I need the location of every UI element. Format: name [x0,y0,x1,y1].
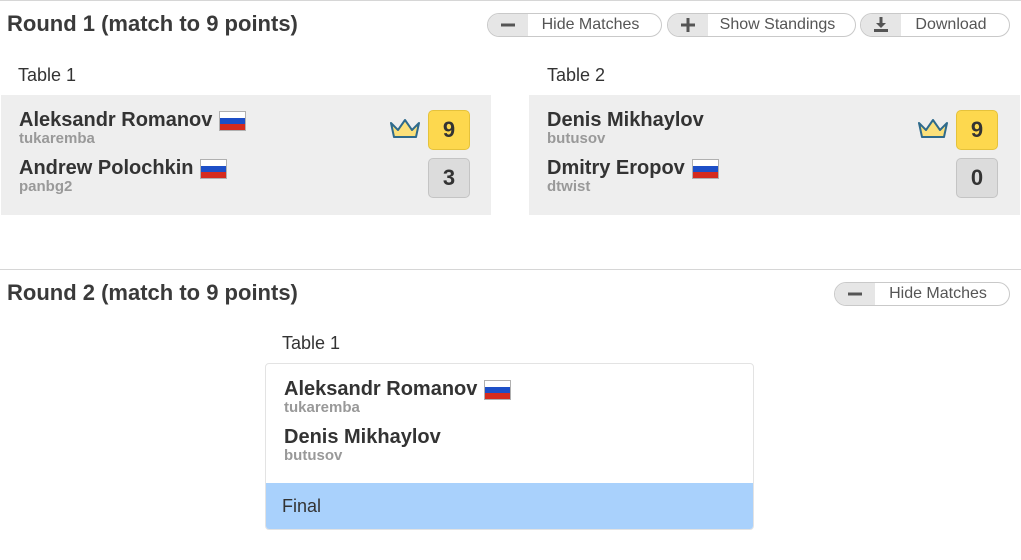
russia-flag-icon [200,158,228,179]
show-standings-button[interactable]: Show Standings [667,13,856,37]
player-name: Andrew Polochkin [19,157,194,179]
score-badge-winner: 9 [428,110,470,150]
match-card[interactable]: Denis Mikhaylov butusov Dmitry Eropov dt… [529,95,1020,215]
player-name: Aleksandr Romanov [19,109,213,131]
player-username: tukaremba [284,399,360,416]
player-name: Denis Mikhaylov [547,109,704,131]
round-1-section: Round 1 (match to 9 points) Hide Matches… [0,0,1021,269]
score-badge: 0 [956,158,998,198]
player-entry: Aleksandr Romanov tukaremba [19,109,247,147]
match-card[interactable]: Aleksandr Romanov tukaremba Andrew Poloc… [1,95,491,215]
table-label: Table 2 [547,65,606,85]
crown-icon [918,119,948,138]
player-username: butusov [547,130,606,147]
match-status-bar: Final [266,483,753,529]
score-badge-winner: 9 [956,110,998,150]
player-row: Denis Mikhaylov [284,426,441,449]
russia-flag-icon [219,110,247,131]
player-entry: Aleksandr Romanov tukaremba [284,378,512,416]
download-icon [861,14,901,36]
russia-flag-icon [484,379,512,400]
table-label: Table 1 [18,65,77,85]
download-label: Download [915,16,987,33]
download-button[interactable]: Download [860,13,1010,37]
player-row: Aleksandr Romanov [19,109,247,132]
hide-matches-button[interactable]: Hide Matches [834,282,1010,306]
player-name: Dmitry Eropov [547,157,685,179]
player-row: Andrew Polochkin [19,157,228,180]
match-card[interactable]: Aleksandr Romanov tukaremba Denis Mikhay… [265,363,754,530]
player-username: butusov [284,447,343,464]
player-entry: Dmitry Eropov dtwist [547,157,719,195]
player-entry: Andrew Polochkin panbg2 [19,157,228,195]
player-name: Aleksandr Romanov [284,378,478,400]
hide-matches-label: Hide Matches [541,16,640,33]
player-username: tukaremba [19,130,95,147]
crown-icon [390,119,420,138]
player-row: Aleksandr Romanov [284,378,512,401]
score-badge: 3 [428,158,470,198]
player-row: Dmitry Eropov [547,157,719,180]
show-standings-label: Show Standings [719,16,836,33]
player-entry: Denis Mikhaylov butusov [547,109,704,147]
round-1-title: Round 1 (match to 9 points) [7,11,298,36]
player-entry: Denis Mikhaylov butusov [284,426,441,464]
player-row: Denis Mikhaylov [547,109,704,132]
player-name: Denis Mikhaylov [284,426,441,448]
minus-icon [488,14,528,36]
player-username: dtwist [547,178,591,195]
player-username: panbg2 [19,178,73,195]
russia-flag-icon [691,158,719,179]
hide-matches-button[interactable]: Hide Matches [487,13,662,37]
round-2-title: Round 2 (match to 9 points) [7,280,298,305]
table-label: Table 1 [282,333,341,353]
hide-matches-label: Hide Matches [889,285,987,302]
plus-icon [668,14,708,36]
minus-icon [835,283,875,305]
